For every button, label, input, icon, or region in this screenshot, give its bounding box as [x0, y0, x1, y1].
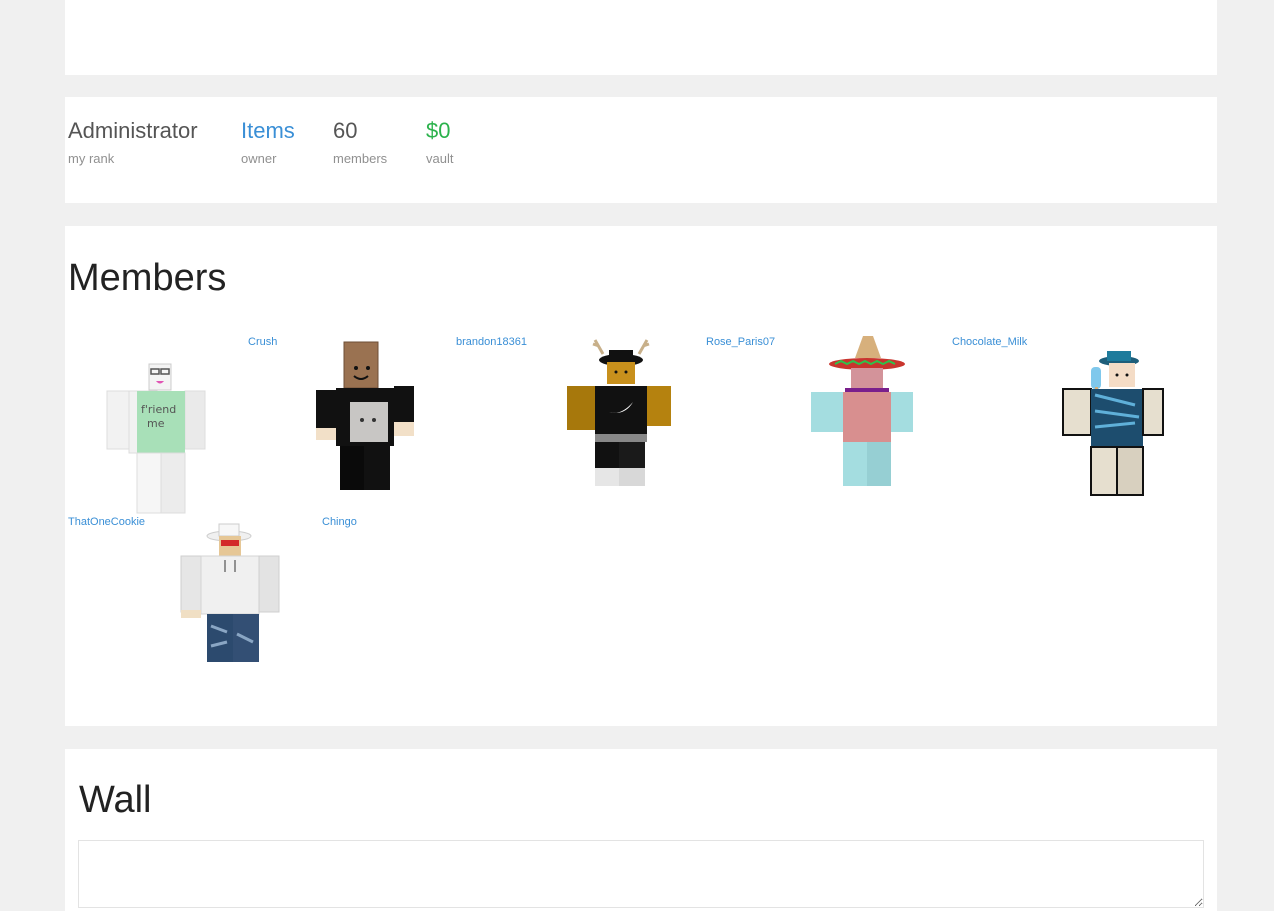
members-title: Members	[68, 257, 227, 299]
top-panel	[65, 0, 1217, 75]
group-stats-panel: Administrator my rank Items owner 60 mem…	[65, 97, 1217, 203]
member-avatar[interactable]	[310, 336, 430, 496]
members-label: members	[333, 151, 388, 166]
stat-rank: Administrator my rank	[68, 117, 198, 166]
wall-post-input[interactable]	[78, 840, 1204, 908]
member-avatar[interactable]	[563, 336, 683, 496]
owner-link[interactable]: Items	[241, 117, 295, 145]
member-name-link[interactable]: Rose_Paris07	[706, 336, 775, 348]
wall-title: Wall	[79, 779, 152, 821]
members-panel: Members f'riend me Crush brandon18361 Ro…	[65, 226, 1217, 726]
member-name-link[interactable]: Crush	[248, 336, 277, 348]
vault-value: $0	[426, 118, 451, 143]
stat-members: 60 members	[333, 117, 387, 166]
member-avatar[interactable]	[805, 334, 925, 494]
wall-panel: Wall	[65, 749, 1217, 911]
svg-text:f'riend: f'riend	[141, 403, 176, 416]
member-avatar[interactable]: f'riend me	[97, 361, 217, 521]
owner-label: owner	[241, 151, 277, 166]
member-name-link[interactable]: ThatOneCookie	[68, 516, 145, 528]
rank-value: Administrator	[68, 118, 198, 143]
rank-label: my rank	[68, 151, 115, 166]
stat-owner[interactable]: Items owner	[241, 117, 295, 166]
member-name-link[interactable]: Chocolate_Milk	[952, 336, 1027, 348]
svg-text:me: me	[147, 417, 165, 430]
members-count: 60	[333, 118, 358, 143]
member-name-link[interactable]: brandon18361	[456, 336, 527, 348]
member-name-link[interactable]: Chingo	[322, 516, 357, 528]
member-avatar[interactable]	[1059, 351, 1179, 511]
vault-label: vault	[426, 151, 454, 166]
stat-vault: $0 vault	[426, 117, 453, 166]
member-avatar[interactable]	[177, 516, 297, 676]
